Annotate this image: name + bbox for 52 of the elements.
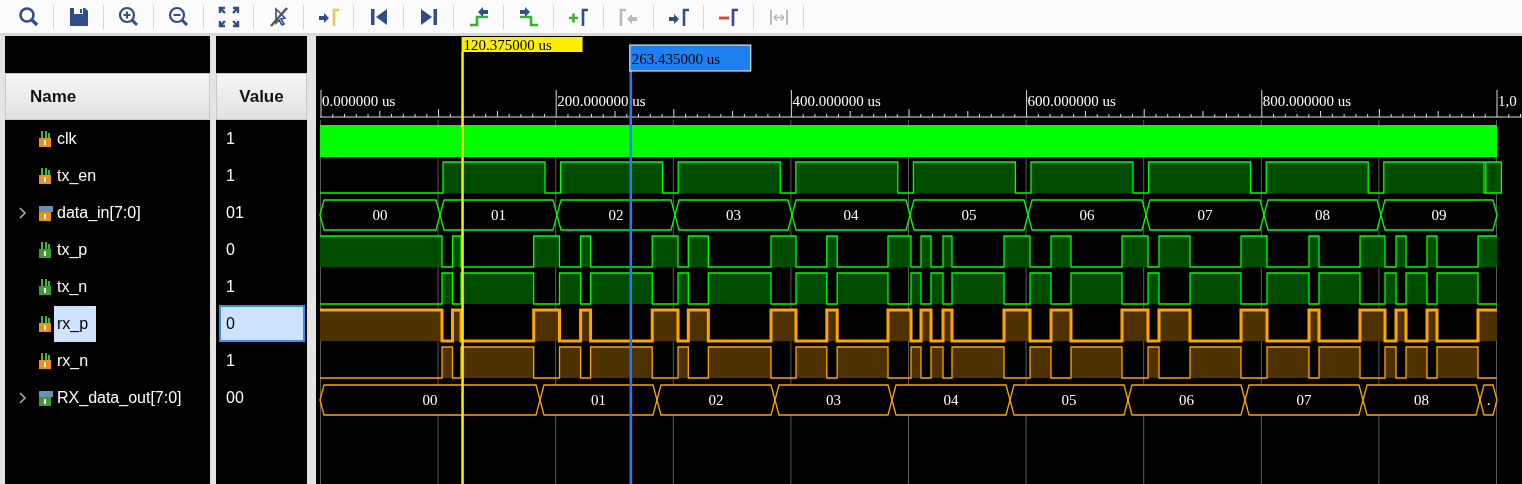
expand-chevron-icon[interactable] xyxy=(18,390,28,405)
bus-segment: 04 xyxy=(791,199,911,231)
bus-segment: 02 xyxy=(656,384,776,416)
signal-name[interactable]: rx_p xyxy=(54,305,97,342)
cursor-label[interactable]: 120.375000 us xyxy=(461,37,583,53)
expand-arrows-icon xyxy=(216,4,241,29)
time-label: 200.000000 us xyxy=(557,93,646,109)
signal-value: 0 xyxy=(225,240,236,260)
time-label: 800.000000 us xyxy=(1262,93,1352,109)
signal-value: 01 xyxy=(225,203,245,223)
bus-segment: 09 xyxy=(1380,199,1498,231)
bus-segment: 02 xyxy=(556,199,676,231)
time-label: 400.000000 us xyxy=(792,93,881,109)
zoom-in-icon xyxy=(116,4,141,29)
bus-segment: 03 xyxy=(674,199,793,231)
bus-segment: 06 xyxy=(1027,199,1147,231)
signal-value: 1 xyxy=(225,129,236,149)
signal-value: 00 xyxy=(225,388,245,408)
bus-segment: 05 xyxy=(909,199,1029,231)
cursor-line[interactable] xyxy=(629,71,633,484)
signal-value: 1 xyxy=(225,351,236,371)
signal-name[interactable]: RX_data_out[7:0] xyxy=(54,379,190,416)
bus-segment: 01 xyxy=(539,384,658,416)
signal-name[interactable]: tx_en xyxy=(54,157,105,194)
bus-segment: 05 xyxy=(1009,384,1129,416)
bus-segment: 03 xyxy=(774,384,893,416)
signal-name[interactable]: data_in[7:0] xyxy=(54,194,149,231)
signal-name[interactable]: tx_p xyxy=(54,231,96,268)
bus-segment: . xyxy=(1479,384,1498,416)
expand-chevron-icon[interactable] xyxy=(18,205,28,220)
zoom-out-icon xyxy=(166,4,191,29)
bus-segment: 08 xyxy=(1263,199,1382,231)
bus-segment: 00 xyxy=(319,384,541,416)
time-label: 600.000000 us xyxy=(1027,93,1116,109)
bus-segment: 07 xyxy=(1145,199,1265,231)
bus-segment: 06 xyxy=(1127,384,1246,416)
time-label: 1,0 xyxy=(1498,93,1517,109)
search-icon xyxy=(16,4,41,29)
bus-segment: 01 xyxy=(439,199,558,231)
column-header[interactable]: Name xyxy=(5,73,210,120)
signal-value: 1 xyxy=(225,277,236,297)
cursor-label[interactable]: 263.435000 us xyxy=(629,44,752,72)
signal-value: 0 xyxy=(219,305,305,342)
bus-segment: 07 xyxy=(1244,384,1364,416)
signal-name[interactable]: rx_n xyxy=(54,342,97,379)
bus-segment: 00 xyxy=(319,199,441,231)
signal-name[interactable]: tx_n xyxy=(54,268,96,305)
signal-value: 1 xyxy=(225,166,236,186)
signal-name[interactable]: clk xyxy=(54,120,85,157)
column-header[interactable]: Value xyxy=(216,73,307,120)
bus-segment: 04 xyxy=(891,384,1011,416)
time-label: 0.000000 us xyxy=(322,93,396,109)
